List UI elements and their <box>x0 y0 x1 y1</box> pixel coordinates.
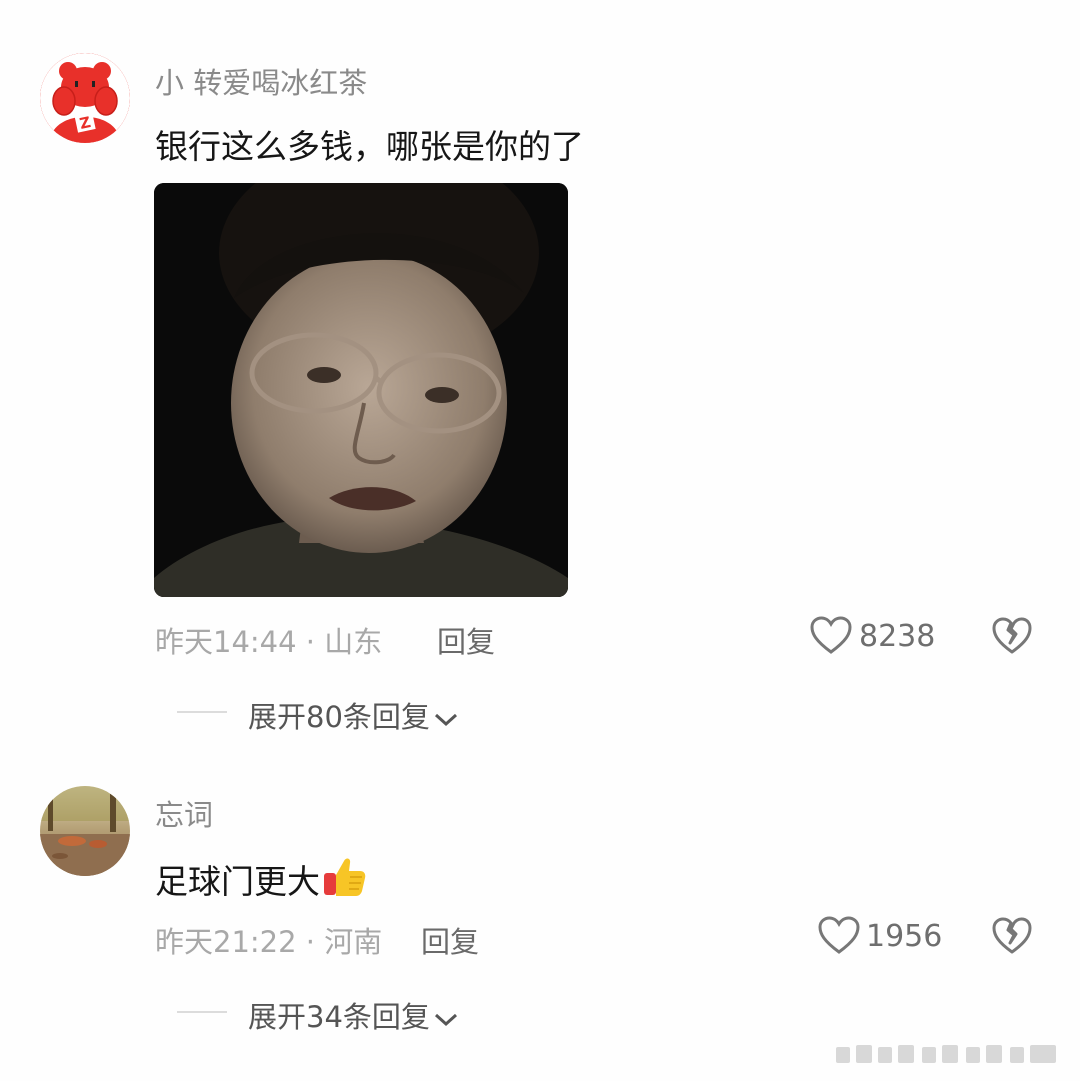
meme-sticker-image[interactable] <box>154 183 568 597</box>
reply-button[interactable]: 回复 <box>421 919 479 961</box>
heart-icon[interactable] <box>810 616 852 656</box>
red-bear-icon: Z <box>40 53 130 143</box>
like-count: 1956 <box>866 919 943 954</box>
username[interactable]: 忘词 <box>155 792 213 834</box>
like-count: 8238 <box>859 619 936 654</box>
expand-replies-button[interactable]: 展开34条回复 <box>248 994 460 1036</box>
comment-text: 足球门更大 <box>155 853 368 903</box>
watermark-logo <box>836 1045 1056 1063</box>
time-location: 昨天14:44 · 山东 <box>155 625 383 659</box>
divider <box>177 1011 227 1013</box>
broken-heart-icon[interactable] <box>992 916 1032 956</box>
comment-text-content: 足球门更大 <box>155 862 320 901</box>
expand-replies-label: 展开34条回复 <box>248 1000 430 1034</box>
thumbs-up-icon <box>324 858 366 896</box>
expand-replies-button[interactable]: 展开80条回复 <box>248 694 460 736</box>
meme-face-image <box>154 183 568 597</box>
time-location: 昨天21:22 · 河南 <box>155 925 383 959</box>
chevron-down-icon <box>434 713 457 727</box>
expand-replies-label: 展开80条回复 <box>248 700 430 734</box>
username[interactable]: 小 转爱喝冰红茶 <box>155 60 367 102</box>
autumn-leaves-icon <box>40 786 130 876</box>
chevron-down-icon <box>434 1013 457 1027</box>
heart-icon[interactable] <box>818 916 860 956</box>
comment-text: 银行这么多钱，哪张是你的了 <box>155 127 584 166</box>
avatar[interactable] <box>40 786 130 876</box>
avatar[interactable]: Z <box>40 53 130 143</box>
reply-button[interactable]: 回复 <box>437 619 495 661</box>
divider <box>177 711 227 713</box>
broken-heart-icon[interactable] <box>992 616 1032 656</box>
